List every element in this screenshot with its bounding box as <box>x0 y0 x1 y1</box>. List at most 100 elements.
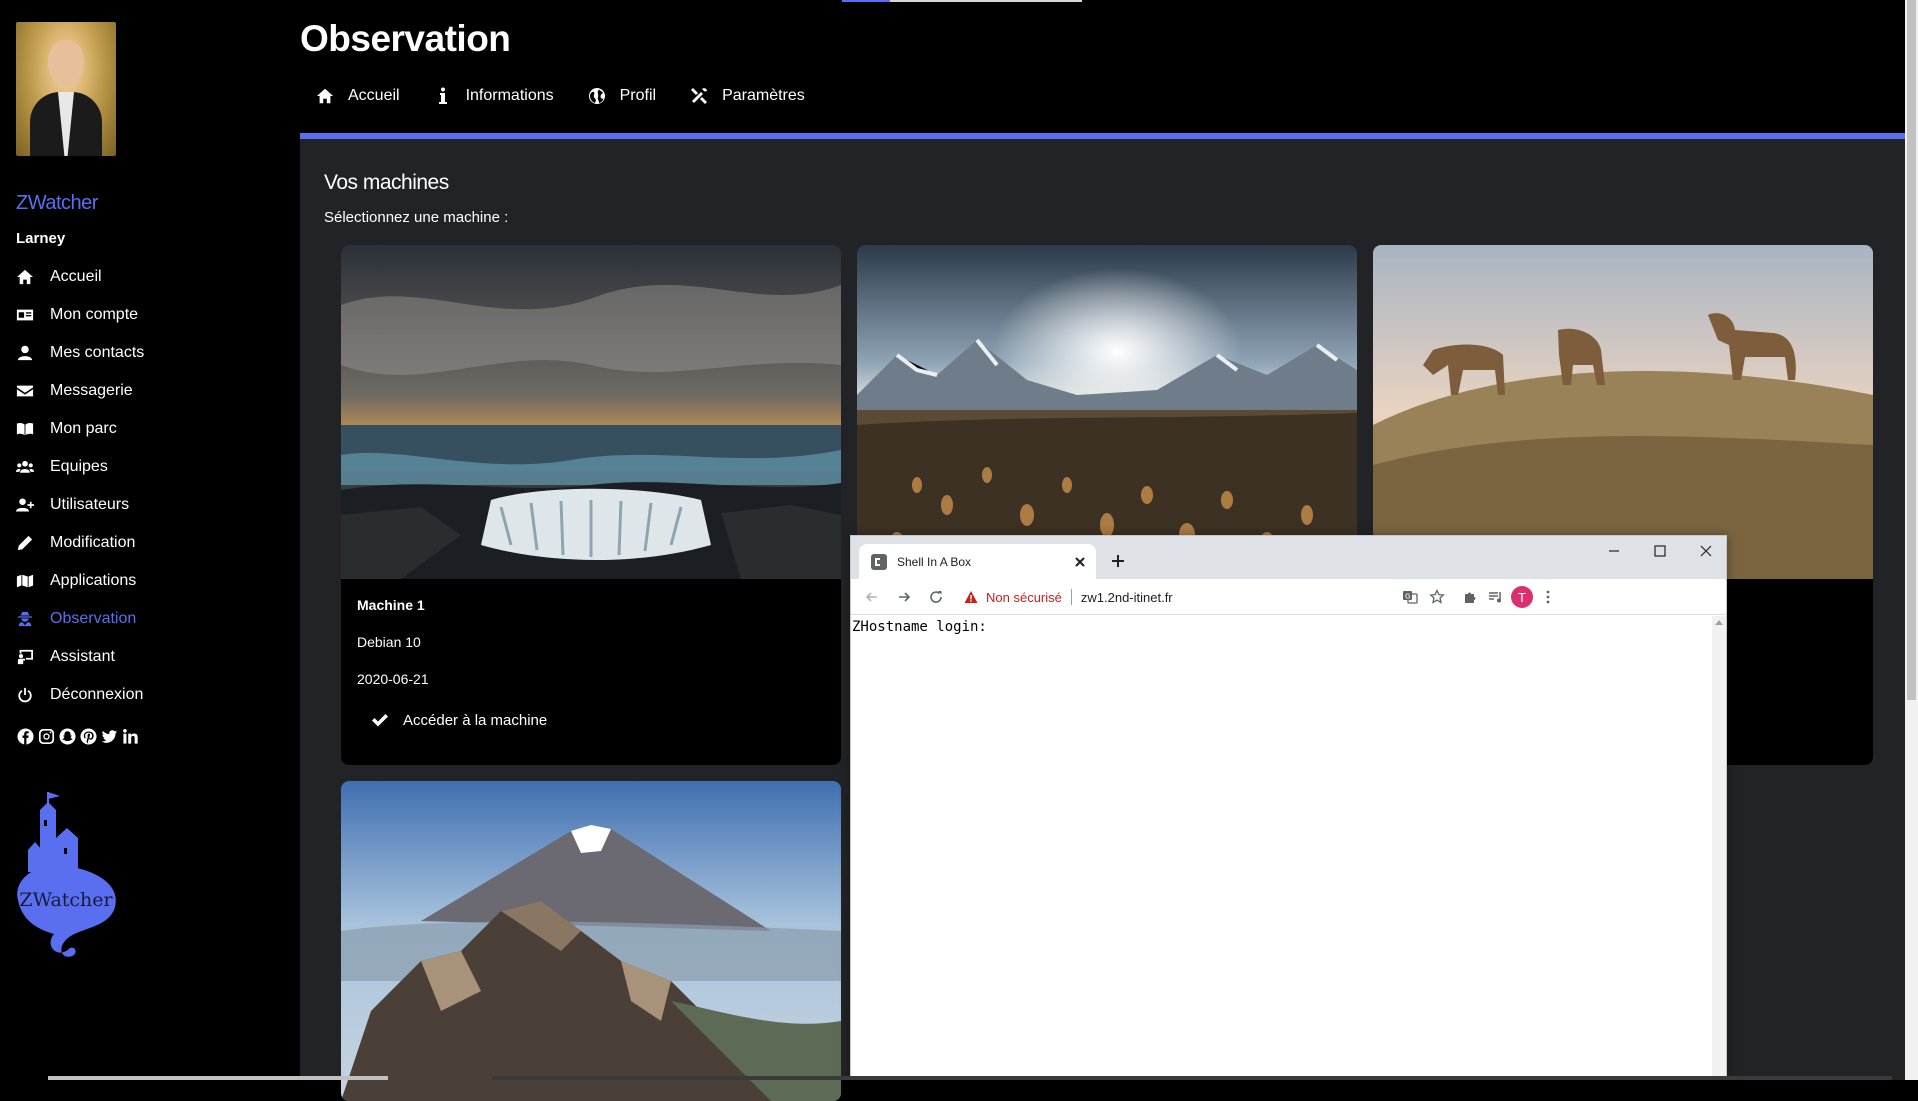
tools-icon <box>691 88 708 104</box>
tab-title: Shell In A Box <box>897 554 972 569</box>
machine-title: Machine 1 <box>357 597 425 613</box>
machine-image-mountain <box>341 781 841 1101</box>
browser-window[interactable]: Shell In A Box Non sécurisé zw1.2nd-itin… <box>850 535 1727 1080</box>
sidebar-item-label: Messagerie <box>50 382 133 399</box>
extensions-icon[interactable] <box>1459 586 1481 608</box>
profile-avatar[interactable]: T <box>1511 586 1533 608</box>
machine-card[interactable]: Machine 1 Debian 10 2020-06-21 Accéder à… <box>341 245 841 765</box>
brand-name[interactable]: ZWatcher <box>16 192 98 215</box>
address-separator <box>1070 589 1072 605</box>
scroll-up-icon[interactable] <box>1715 620 1723 625</box>
shell-terminal[interactable]: ZHostname login: <box>851 616 1713 1080</box>
bookmark-star-icon[interactable] <box>1426 586 1448 608</box>
tab-close-icon[interactable] <box>1072 554 1088 570</box>
security-label: Non sécurisé <box>986 589 1062 605</box>
nav-label: Profil <box>619 87 657 104</box>
nav-profil[interactable]: Profil <box>588 87 656 105</box>
terminal-scrollbar[interactable] <box>1712 616 1726 1080</box>
minimize-icon[interactable] <box>1591 536 1637 566</box>
back-icon[interactable] <box>861 586 883 608</box>
page-title: Observation <box>300 18 511 59</box>
id-card-icon <box>16 307 50 323</box>
sidebar-item-utilisateurs[interactable]: Utilisateurs <box>16 486 286 524</box>
horizontal-scroll-thumb[interactable] <box>48 1076 388 1080</box>
sidebar-item-observation[interactable]: Observation <box>16 600 286 638</box>
machine-image-horses <box>1373 245 1873 579</box>
media-queue-icon[interactable] <box>1485 586 1507 608</box>
sidebar-item-mon-compte[interactable]: Mon compte <box>16 296 286 334</box>
reload-icon[interactable] <box>925 586 947 608</box>
sidebar-item-accueil[interactable]: Accueil <box>16 258 286 296</box>
machine-date: 2020-06-21 <box>357 671 429 687</box>
twitter-icon[interactable] <box>100 727 118 745</box>
forward-icon[interactable] <box>893 586 915 608</box>
sidebar-item-label: Mon parc <box>50 420 117 437</box>
terminal-output: ZHostname login: <box>852 619 987 635</box>
horizontal-scroll-track <box>492 1076 1892 1080</box>
facebook-icon[interactable] <box>16 727 34 745</box>
maximize-icon[interactable] <box>1637 536 1683 566</box>
warning-icon <box>964 591 978 603</box>
access-machine-button[interactable]: Accéder à la machine <box>371 711 547 729</box>
envelope-icon <box>16 383 50 399</box>
sidebar-item-label: Mon compte <box>50 306 139 323</box>
sidebar-item-label: Accueil <box>50 268 102 285</box>
top-nav: Accueil Informations Profil Paramètres <box>316 87 805 105</box>
nav-informations[interactable]: Informations <box>434 87 554 105</box>
linkedin-icon[interactable] <box>121 727 139 745</box>
page-scrollbar[interactable] <box>1905 0 1918 1080</box>
section-heading: Vos machines <box>324 171 449 194</box>
sidebar-item-label: Equipes <box>50 458 108 475</box>
tab-strip: Shell In A Box <box>851 536 1726 579</box>
sidebar-item-label: Utilisateurs <box>50 496 130 513</box>
machine-image-penguins <box>857 245 1357 579</box>
sidebar-item-messagerie[interactable]: Messagerie <box>16 372 286 410</box>
sidebar-item-mes-contacts[interactable]: Mes contacts <box>16 334 286 372</box>
sidebar-item-equipes[interactable]: Equipes <box>16 448 286 486</box>
machine-os: Debian 10 <box>357 634 421 650</box>
snapchat-icon[interactable] <box>58 727 76 745</box>
section-subheading: Sélectionnez une machine : <box>324 209 509 226</box>
sidebar-item-applications[interactable]: Applications <box>16 562 286 600</box>
sidebar-item-label: Mes contacts <box>50 344 145 361</box>
security-warning[interactable]: Non sécurisé <box>964 590 1062 605</box>
globe-icon <box>588 88 605 104</box>
social-links <box>16 727 139 745</box>
sidebar-item-label: Assistant <box>50 648 115 665</box>
sidebar-item-label: Applications <box>50 572 137 589</box>
nav-accueil[interactable]: Accueil <box>316 87 400 105</box>
sidebar-item-assistant[interactable]: Assistant <box>16 638 286 676</box>
instagram-icon[interactable] <box>37 727 55 745</box>
user-icon <box>16 345 50 361</box>
access-machine-label: Accéder à la machine <box>403 711 548 729</box>
user-secret-icon <box>16 611 50 627</box>
map-icon <box>16 573 50 589</box>
page-scrollbar-thumb[interactable] <box>1907 0 1916 700</box>
nav-parametres[interactable]: Paramètres <box>690 87 805 105</box>
svg-text:G: G <box>1405 593 1410 601</box>
logo-text: ZWatcher <box>19 889 113 911</box>
zwatcher-logo: ZWatcher <box>17 792 116 957</box>
chalkboard-icon <box>16 649 50 665</box>
machine-card[interactable] <box>341 781 841 1101</box>
new-tab-icon[interactable] <box>1106 549 1130 573</box>
terminal-favicon-icon <box>871 553 887 570</box>
info-icon <box>438 87 447 104</box>
kebab-menu-icon[interactable] <box>1537 586 1559 608</box>
sidebar-item-modification[interactable]: Modification <box>16 524 286 562</box>
tab-shell-in-a-box[interactable]: Shell In A Box <box>859 544 1096 579</box>
translate-icon[interactable]: G <box>1399 586 1421 608</box>
sidebar-item-mon-parc[interactable]: Mon parc <box>16 410 286 448</box>
avatar[interactable] <box>16 22 116 156</box>
pinterest-icon[interactable] <box>79 727 97 745</box>
pencil-icon <box>16 535 50 551</box>
username: Larney <box>16 230 66 247</box>
close-window-icon[interactable] <box>1683 536 1729 566</box>
sidebar-item-label: Modification <box>50 534 136 551</box>
sidebar-item-label: Observation <box>50 610 137 627</box>
nav-label: Informations <box>465 87 554 104</box>
sidebar-item-deconnexion[interactable]: Déconnexion <box>16 676 286 714</box>
browser-toolbar: Non sécurisé zw1.2nd-itinet.fr G T <box>851 579 1726 615</box>
home-icon <box>316 88 334 104</box>
sidebar-menu: Accueil Mon compte Mes contacts Messager… <box>16 258 286 714</box>
